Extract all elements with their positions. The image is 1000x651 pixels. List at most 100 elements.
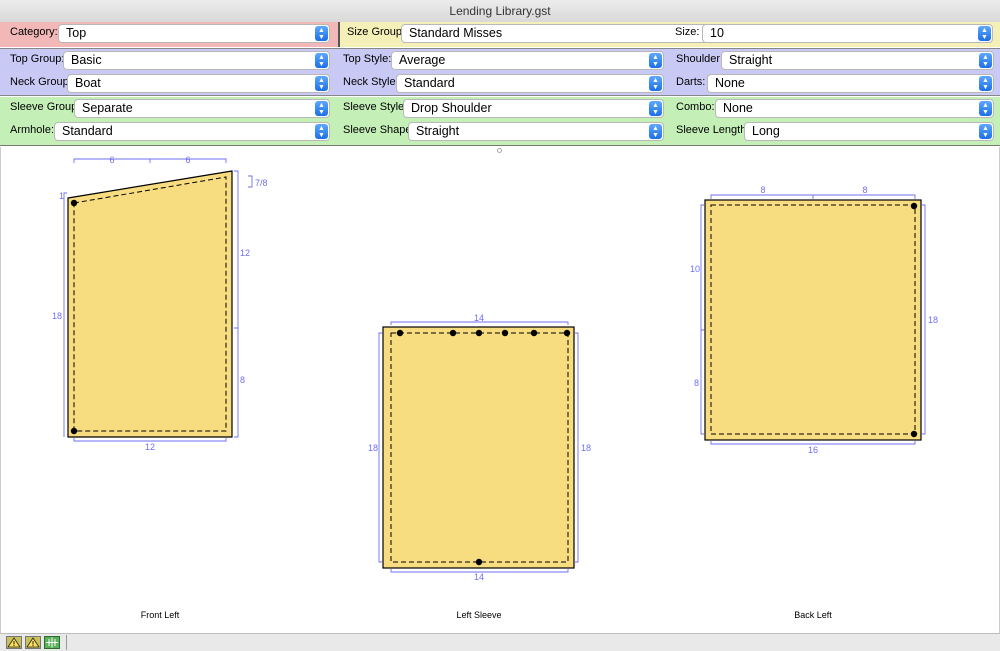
neck-style-select[interactable]: Standard ▲ ▼ <box>396 74 664 93</box>
dim-line <box>700 204 704 435</box>
neck-group-select[interactable]: Boat ▲ ▼ <box>67 74 330 93</box>
dim-front-right-upper: 12 <box>240 248 250 258</box>
neck-group-cell: Neck Group: Boat ▲ ▼ <box>0 72 340 97</box>
stepper-icon: ▲▼ <box>315 26 328 41</box>
combo-value: None <box>723 101 753 115</box>
window-title: Lending Library.gst <box>449 4 551 18</box>
dim-line <box>73 438 227 442</box>
sleeve-band: Sleeve Group: Separate ▲ ▼ Sleeve Style: … <box>0 97 1000 146</box>
dim-sleeve-top: 14 <box>474 313 484 323</box>
warning-icon[interactable] <box>6 636 22 649</box>
front-left-outline <box>67 170 233 438</box>
armhole-select[interactable]: Standard ▲ ▼ <box>54 122 330 141</box>
top-style-select[interactable]: Average ▲ ▼ <box>391 51 664 70</box>
stepper-icon: ▲▼ <box>978 26 991 41</box>
neck-style-cell: Neck Style: Standard ▲ ▼ <box>340 72 670 97</box>
sleeve-length-value: Long <box>752 124 780 138</box>
category-value: Top <box>66 26 87 40</box>
stepper-icon: ▲▼ <box>649 124 662 139</box>
top-group-cell: Top Group: Basic ▲ ▼ <box>0 49 340 74</box>
pattern-drawing: .piece { fill:#f8dc80; stroke:#000; stro… <box>52 155 938 620</box>
dim-front-top-b: 6 <box>185 155 190 165</box>
sleeve-length-select[interactable]: Long ▲ ▼ <box>744 122 994 141</box>
back-left-outline <box>704 199 922 441</box>
dim-sleeve-right: 18 <box>581 443 591 453</box>
armhole-label: Armhole: <box>10 124 55 136</box>
stepper-icon: ▲▼ <box>649 53 662 68</box>
top-group-select[interactable]: Basic ▲ ▼ <box>63 51 330 70</box>
left-sleeve-outline <box>382 326 575 569</box>
top-style-value: Average <box>399 53 446 67</box>
sleeve-group-select[interactable]: Separate ▲ ▼ <box>74 99 330 118</box>
neck-group-value: Boat <box>75 76 101 90</box>
piece-left-sleeve[interactable]: 14 18 18 14 Left Sleeve <box>368 313 591 620</box>
sleeve-style-label: Sleeve Style: <box>343 101 408 113</box>
neck-group-label: Neck Group: <box>10 76 72 88</box>
dim-back-bottom: 16 <box>808 445 818 455</box>
dim-front-bottom: 12 <box>145 442 155 452</box>
stepper-icon: ▲▼ <box>315 53 328 68</box>
pattern-canvas[interactable]: .piece { fill:#f8dc80; stroke:#000; stro… <box>0 147 1000 633</box>
grid-icon[interactable] <box>44 636 60 649</box>
combo-cell: Combo: None ▲ ▼ <box>670 97 1000 122</box>
category-select[interactable]: Top ▲ ▼ <box>58 24 330 43</box>
sleeve-shape-cell: Sleeve Shape: Straight ▲ ▼ <box>340 120 670 145</box>
notch-point <box>70 427 78 435</box>
warning-number-icon[interactable] <box>25 636 41 649</box>
dim-back-top-b: 8 <box>862 185 867 195</box>
notch-point <box>530 329 538 337</box>
dim-line <box>710 441 916 445</box>
darts-label: Darts: <box>676 76 706 88</box>
stepper-icon: ▲▼ <box>979 101 992 116</box>
notch-point <box>475 558 483 566</box>
dim-sleeve-left: 18 <box>368 443 378 453</box>
shoulder-select[interactable]: Straight ▲ ▼ <box>721 51 994 70</box>
stepper-icon: ▲▼ <box>979 124 992 139</box>
dim-line <box>922 204 926 435</box>
combo-label: Combo: <box>676 101 715 113</box>
sleeve-shape-select[interactable]: Straight ▲ ▼ <box>408 122 664 141</box>
size-group-value: Standard Misses <box>409 26 503 40</box>
splitter-handle[interactable] <box>497 148 502 153</box>
top-band: Top Group: Basic ▲ ▼ Top Style: Average ▲… <box>0 48 1000 96</box>
category-cell: Category: Top ▲ ▼ <box>0 22 340 47</box>
piece-name-front-left: Front Left <box>141 610 180 620</box>
piece-front-left[interactable]: 6 6 7/8 1 18 12 8 12 Front Left <box>52 155 268 620</box>
stepper-icon: ▲▼ <box>979 76 992 91</box>
combo-select[interactable]: None ▲ ▼ <box>715 99 994 118</box>
stepper-icon: ▲▼ <box>315 101 328 116</box>
top-group-label: Top Group: <box>10 53 65 65</box>
dim-front-right-lower: 8 <box>240 375 245 385</box>
sleeve-shape-label: Sleeve Shape: <box>343 124 415 136</box>
neck-style-value: Standard <box>404 76 455 90</box>
notch-point <box>475 329 483 337</box>
piece-back-left[interactable]: 8 8 10 8 18 16 Back Left <box>690 185 938 620</box>
stepper-icon: ▲▼ <box>315 124 328 139</box>
darts-select[interactable]: None ▲ ▼ <box>707 74 994 93</box>
shoulder-label: Shoulder: <box>676 53 724 65</box>
category-label: Category: <box>10 26 58 38</box>
piece-name-back-left: Back Left <box>794 610 832 620</box>
sleeve-shape-value: Straight <box>416 124 460 138</box>
armhole-cell: Armhole: Standard ▲ ▼ <box>0 120 340 145</box>
armhole-value: Standard <box>62 124 113 138</box>
top-group-value: Basic <box>71 53 102 67</box>
dim-line <box>710 194 916 199</box>
dim-back-right: 18 <box>928 315 938 325</box>
shoulder-value: Straight <box>729 53 773 67</box>
dim-line <box>63 192 67 437</box>
dim-front-left-top: 1 <box>59 191 64 201</box>
notch-point <box>396 329 404 337</box>
size-cell: Size Group: Standard Misses ▲▼ Size: 10 … <box>340 22 1000 47</box>
size-label: Size: <box>675 26 700 38</box>
status-bar <box>0 633 1000 651</box>
sleeve-style-select[interactable]: Drop Shoulder ▲ ▼ <box>403 99 664 118</box>
dim-front-left: 18 <box>52 311 62 321</box>
notch-point <box>501 329 509 337</box>
darts-value: None <box>715 76 745 90</box>
dim-line <box>378 332 382 563</box>
stepper-icon: ▲▼ <box>649 76 662 91</box>
size-select[interactable]: 10 ▲ ▼ <box>702 24 993 43</box>
sleeve-group-label: Sleeve Group: <box>10 101 81 113</box>
dim-front-slope: 7/8 <box>255 178 268 188</box>
